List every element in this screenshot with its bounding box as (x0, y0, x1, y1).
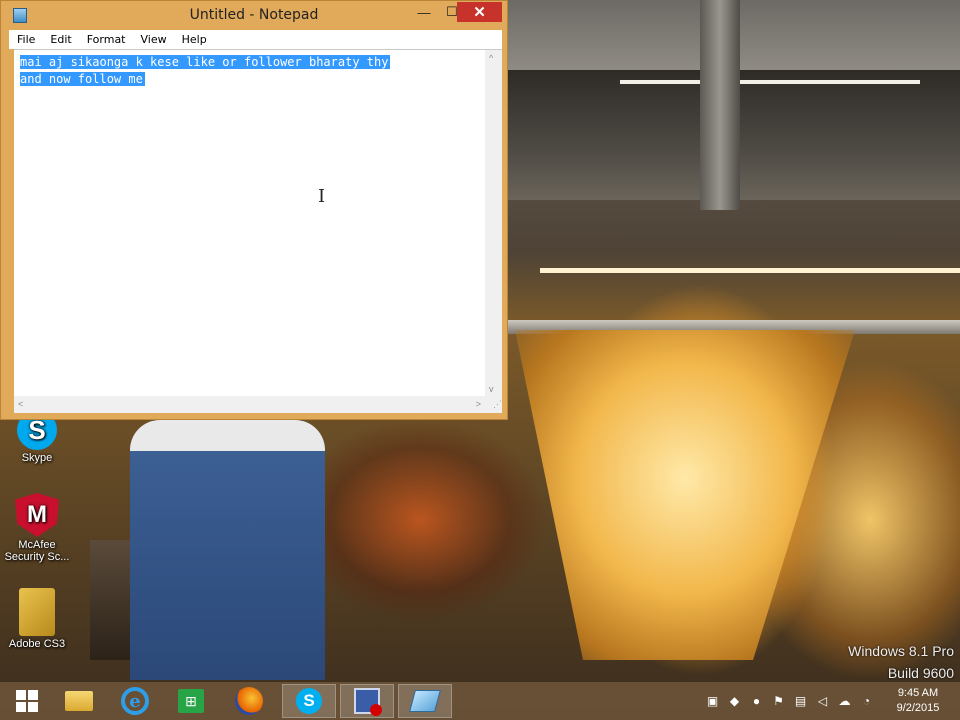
watermark-edition: Windows 8.1 Pro (848, 643, 954, 659)
cloud-icon[interactable]: ☁ (836, 692, 853, 709)
vertical-scrollbar[interactable]: ^ v (485, 50, 502, 397)
firefox-icon (235, 687, 263, 715)
volume-mute-icon[interactable]: ◁ (814, 692, 831, 709)
windows-watermark: Windows 8.1 Pro Build 9600 (848, 640, 954, 684)
scroll-left-icon[interactable]: < (18, 399, 23, 409)
norton-icon[interactable]: ● (748, 692, 765, 709)
scroll-down-icon[interactable]: v (489, 384, 494, 394)
notepad-icon (409, 690, 441, 712)
horizontal-scrollbar[interactable]: < > (14, 396, 485, 413)
store-icon: ⊞ (178, 689, 204, 713)
watermark-build: Build 9600 (887, 665, 954, 681)
desktop-icon-label: McAfee Security Sc... (4, 539, 70, 563)
taskbar: e ⊞ S ▣ ◆ ● ⚑ ▤ ◁ ☁ ◔ 9:45 AM 9/2/2015 (0, 682, 960, 720)
wallpaper-lamp (515, 330, 855, 660)
selected-text-line[interactable]: mai aj sikaonga k kese like or follower … (20, 55, 391, 69)
menu-file[interactable]: File (9, 33, 42, 46)
menu-view[interactable]: View (133, 33, 174, 46)
text-cursor-icon: I (318, 186, 326, 207)
menu-bar: File Edit Format View Help (9, 30, 502, 49)
scroll-right-icon[interactable]: > (476, 399, 481, 409)
screen-recorder-icon (354, 688, 382, 716)
folder-icon (65, 691, 93, 711)
menu-format[interactable]: Format (79, 33, 133, 46)
taskbar-file-explorer[interactable] (52, 684, 106, 718)
selected-text-line[interactable]: and now follow me (20, 72, 145, 86)
system-tray: ▣ ◆ ● ⚑ ▤ ◁ ☁ ◔ (704, 692, 875, 709)
close-button[interactable]: ✕ (457, 2, 502, 22)
title-bar[interactable]: Untitled - Notepad — ☐ ✕ (1, 1, 507, 30)
wallpaper-pole (700, 0, 740, 210)
notification-icon[interactable]: ◔ (858, 692, 875, 709)
editor-content[interactable]: mai aj sikaonga k kese like or follower … (20, 54, 391, 88)
menu-help[interactable]: Help (174, 33, 214, 46)
wallpaper-person (130, 420, 325, 680)
network-icon[interactable]: ▣ (704, 692, 721, 709)
taskbar-skype[interactable]: S (282, 684, 336, 718)
power-icon[interactable]: ▤ (792, 692, 809, 709)
clock[interactable]: 9:45 AM 9/2/2015 (882, 686, 954, 716)
wallpaper-light (540, 268, 960, 273)
menu-edit[interactable]: Edit (42, 33, 78, 46)
taskbar-internet-explorer[interactable]: e (108, 684, 162, 718)
notepad-window[interactable]: Untitled - Notepad — ☐ ✕ File Edit Forma… (0, 0, 508, 420)
desktop-icon-adobe-cs3[interactable]: Adobe CS3 (0, 588, 74, 650)
wallpaper-light (620, 80, 920, 84)
clock-time: 9:45 AM (897, 687, 939, 699)
clock-date: 9/2/2015 (896, 702, 940, 714)
windows-logo-icon (16, 690, 38, 712)
desktop-icon-mcafee[interactable]: M McAfee Security Sc... (0, 493, 74, 563)
taskbar-firefox[interactable] (222, 684, 276, 718)
app-icon[interactable]: ◆ (726, 692, 743, 709)
skype-icon: S (296, 688, 322, 714)
internet-explorer-icon: e (121, 687, 149, 715)
taskbar-notepad[interactable] (398, 684, 452, 718)
desktop-icon-label: Adobe CS3 (8, 638, 66, 650)
folder-icon (19, 588, 55, 636)
mcafee-icon: M (15, 493, 59, 537)
flag-icon[interactable]: ⚑ (770, 692, 787, 709)
scroll-up-icon[interactable]: ^ (489, 53, 493, 63)
resize-grip-icon[interactable]: ⋰ (485, 396, 502, 413)
start-button[interactable] (0, 684, 54, 718)
taskbar-store[interactable]: ⊞ (164, 684, 218, 718)
taskbar-screen-recorder[interactable] (340, 684, 394, 718)
text-editor[interactable]: mai aj sikaonga k kese like or follower … (14, 49, 502, 413)
desktop-icon-label: Skype (21, 452, 53, 464)
minimize-button[interactable]: — (410, 2, 438, 22)
